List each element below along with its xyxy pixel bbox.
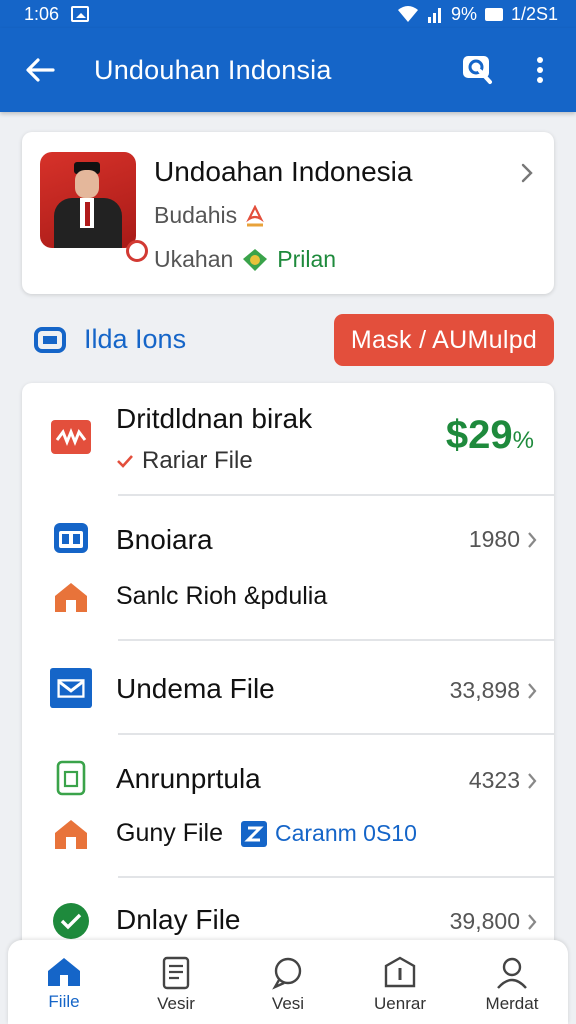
nav-item-vesi[interactable]: Vesi <box>232 940 344 1024</box>
profile-line1-text: Budahis <box>154 202 238 228</box>
chevron-right-icon <box>520 162 534 189</box>
home-icon <box>50 813 92 855</box>
calendar-icon <box>50 516 92 558</box>
item-percent-suffix: % <box>512 427 534 454</box>
item-title: Undema File <box>116 673 275 704</box>
item-title: Dnlay File <box>116 904 241 935</box>
item-value: 39,800 <box>450 908 538 935</box>
search-icon <box>463 56 492 84</box>
section-header: Ilda Ions Mask / AUMulpd <box>0 312 576 368</box>
nav-label: Uenrar <box>374 994 426 1013</box>
chevron-right-icon <box>528 772 537 789</box>
person-icon <box>497 957 527 989</box>
flame-icon <box>246 204 264 226</box>
z-app-icon <box>240 820 267 847</box>
profile-card[interactable]: Undoahan Indonesia Budahis Ukahan Prilan <box>22 132 554 294</box>
profile-subtitle: Budahis <box>154 202 265 229</box>
file-list: Dritdldnan birak Rariar File $29% Bnoiar… <box>22 383 554 1003</box>
profile-name: Undoahan Indonesia <box>154 156 413 187</box>
home-icon <box>48 958 80 986</box>
verified-badge-icon <box>126 240 148 262</box>
app-title: Undouhan Indonsia <box>94 54 332 85</box>
nav-label: Merdat <box>485 994 539 1013</box>
nav-item-merdat[interactable]: Merdat <box>456 940 568 1024</box>
bottom-navigation: Fiile Vesir Vesi Uenrar Merdat <box>8 940 568 1024</box>
more-options-button[interactable] <box>528 48 552 92</box>
item-link[interactable]: Caranm 0S10 <box>275 820 417 847</box>
wifi-icon <box>397 6 418 22</box>
battery-percent: 9% <box>450 3 477 24</box>
profile-line2-text: Ukahan <box>154 246 234 272</box>
item-subtitle: Guny File Caranm 0S10 <box>116 819 417 848</box>
item-title: Bnoiara <box>116 524 213 555</box>
document-icon <box>162 956 190 990</box>
list-item[interactable]: Undema File 33,898 <box>22 641 554 733</box>
list-item[interactable]: Bnoiara 1980 Sanlc Rioh &pdulia <box>22 496 554 639</box>
chevron-right-icon <box>528 913 537 930</box>
check-circle-icon <box>50 900 92 942</box>
chevron-right-icon <box>528 531 537 548</box>
search-button[interactable] <box>456 48 500 92</box>
home-icon <box>50 576 92 618</box>
list-item[interactable]: Dritdldnan birak Rariar File $29% <box>22 383 554 495</box>
item-value: 1980 <box>469 526 538 553</box>
nav-label: Vesir <box>157 994 195 1013</box>
status-bar: 1:06 9% 1/2S1 <box>0 0 576 28</box>
profile-badge-text: Prilan <box>277 246 337 272</box>
nav-item-vesir[interactable]: Vesir <box>120 940 232 1024</box>
files-icon <box>34 326 66 353</box>
item-subtitle-text: Guny File <box>116 819 223 847</box>
item-value-text: 33,898 <box>449 677 520 703</box>
image-notification-icon <box>71 6 90 22</box>
profile-meta: Ukahan Prilan <box>154 246 336 273</box>
check-icon <box>117 455 133 468</box>
item-subtitle-text: Rariar File <box>142 447 253 474</box>
back-button[interactable] <box>14 44 66 96</box>
signal-icon <box>427 8 441 23</box>
item-percent-value: $29 <box>445 413 513 457</box>
status-right-time: 1/2S1 <box>510 3 558 24</box>
document-lock-icon <box>50 757 92 799</box>
item-value: 33,898 <box>450 677 538 704</box>
chat-icon <box>272 957 302 990</box>
item-subtitle: Rariar File <box>116 447 253 475</box>
chevron-right-icon <box>528 682 537 699</box>
item-subtitle: Sanlc Rioh &pdulia <box>116 582 328 610</box>
item-value-text: 4323 <box>468 767 520 793</box>
item-value-text: 1980 <box>468 526 520 552</box>
envelope-icon <box>50 667 92 709</box>
item-value: 4323 <box>469 767 538 794</box>
battery-icon <box>484 7 503 21</box>
nav-label: Fiile <box>48 992 80 1011</box>
info-icon <box>384 956 416 988</box>
item-title: Anrunprtula <box>116 763 261 794</box>
emblem-icon <box>243 248 268 271</box>
item-percent: $29% <box>446 413 534 458</box>
item-value-text: 39,800 <box>449 908 520 934</box>
status-time: 1:06 <box>24 3 60 24</box>
nav-item-uenrar[interactable]: Uenrar <box>344 940 456 1024</box>
arrow-left-icon <box>26 58 55 82</box>
app-bar: Undouhan Indonsia <box>0 28 576 112</box>
chart-icon <box>50 416 92 458</box>
list-item[interactable]: Anrunprtula 4323 Guny File Caranm 0S10 <box>22 735 554 876</box>
more-vert-icon <box>537 57 543 83</box>
section-label: Ilda Ions <box>84 324 187 354</box>
section-title[interactable]: Ilda Ions <box>34 324 186 355</box>
nav-label: Vesi <box>271 994 305 1013</box>
nav-item-file[interactable]: Fiile <box>8 940 120 1024</box>
mask-upload-button[interactable]: Mask / AUMulpd <box>334 314 554 366</box>
avatar <box>40 152 136 248</box>
item-title: Dritdldnan birak <box>116 403 313 434</box>
